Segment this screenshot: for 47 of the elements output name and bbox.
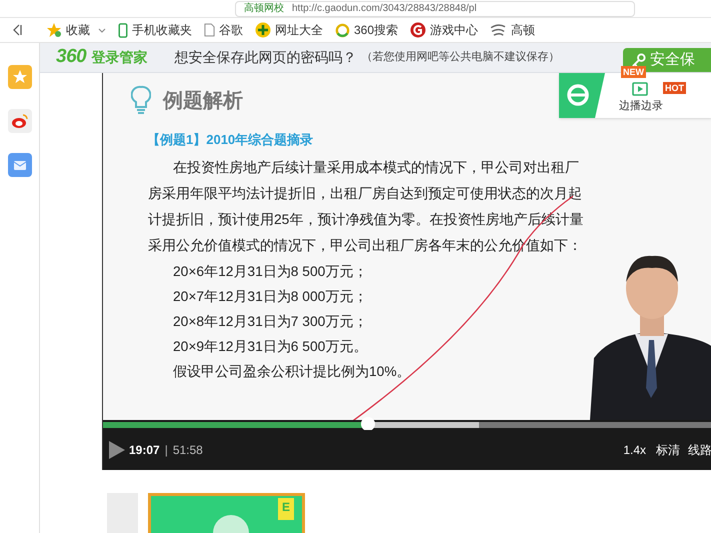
mail-icon — [8, 153, 32, 177]
swirl-icon — [490, 24, 508, 36]
key-icon — [631, 52, 646, 68]
progress-track[interactable] — [103, 420, 711, 430]
ring-icon — [335, 22, 350, 38]
bookmark-link[interactable]: 手机收藏夹 — [118, 21, 192, 39]
address-field[interactable]: 高顿网校 http://c.gaodun.com/3043/28843/28848/pl — [235, 0, 635, 16]
bookmark-link[interactable]: 游戏中心 — [410, 21, 478, 39]
caret-icon — [98, 28, 106, 32]
slide-line: 20×9年12月31日为6 500万元。 — [173, 338, 368, 356]
site-label: 高顿网校 — [244, 4, 284, 14]
bookmark-link[interactable]: 收藏 — [46, 21, 106, 39]
quality-button[interactable]: 标清 — [656, 441, 680, 459]
product-name: 登录管家 — [91, 48, 148, 67]
record-button[interactable]: 边播边录 — [619, 76, 663, 115]
progress-thumb[interactable] — [360, 417, 375, 431]
weibo-icon — [8, 109, 32, 133]
slide-line: 20×8年12月31日为7 300万元； — [173, 312, 368, 330]
video-camera-icon — [632, 82, 650, 96]
hot-badge: HOT — [663, 82, 686, 94]
level-badge: E — [278, 498, 294, 520]
phone-icon — [118, 22, 128, 38]
play-icon — [109, 441, 125, 459]
page-icon — [204, 23, 215, 37]
plus-circle-icon — [255, 22, 271, 38]
duration-time: 51:58 — [172, 442, 203, 459]
bookmark-link[interactable]: 谷歌 — [204, 21, 243, 39]
new-badge: NEW — [621, 66, 646, 78]
brand-logo: 360 — [56, 45, 86, 70]
speed-button[interactable]: 1.4x — [623, 441, 646, 459]
bookmark-link[interactable]: 高顿 — [490, 21, 536, 39]
collapse-icon — [12, 24, 22, 36]
bookmark-link[interactable]: 网址大全 — [255, 21, 323, 39]
slide-subtitle: 【例题1】2010年综合题摘录 — [147, 131, 314, 149]
star-icon — [46, 22, 62, 38]
bookmark-link[interactable]: 360搜索 — [335, 21, 398, 39]
elapsed-time: 19:07 — [129, 442, 160, 459]
slide-line: 假设甲公司盈余公积计提比例为10%。 — [173, 362, 412, 380]
time-separator: | — [164, 442, 168, 459]
note-text: （若您使用网吧等公共电脑不建议保存） — [361, 50, 560, 66]
g-circle-icon — [410, 22, 426, 38]
lightbulb-icon — [131, 85, 151, 117]
slide-line: 20×6年12月31日为8 500万元； — [173, 262, 368, 280]
url-text: http://c.gaodun.com/3043/28843/28848/pl — [292, 4, 477, 14]
slide-title: 例题解析 — [163, 89, 243, 114]
slide-line: 20×7年12月31日为8 000万元； — [173, 288, 368, 306]
prompt-text: 想安全保存此网页的密码吗？ — [174, 48, 356, 67]
